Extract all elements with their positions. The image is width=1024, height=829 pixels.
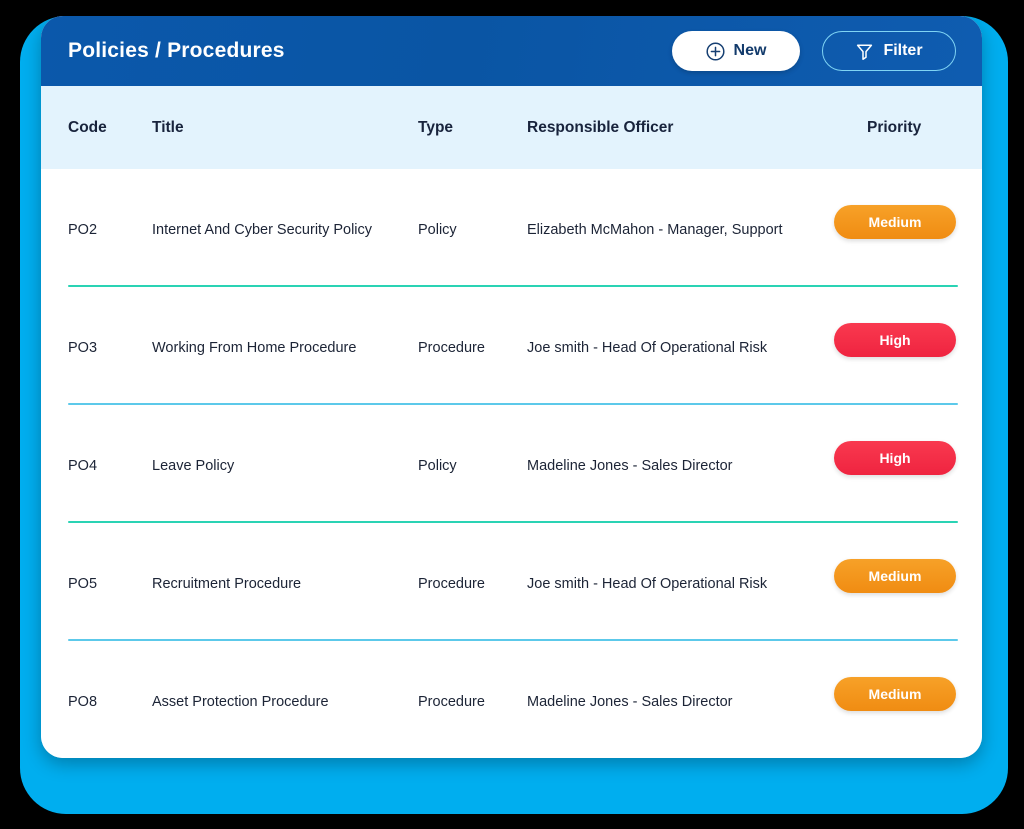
cell-officer: Joe smith - Head Of Operational Risk <box>527 340 767 356</box>
cell-title: Internet And Cyber Security Policy <box>152 222 372 238</box>
card-header: Policies / Procedures New <box>41 16 982 86</box>
plus-circle-icon <box>706 42 725 61</box>
cell-code: PO8 <box>68 694 97 710</box>
policies-card: Policies / Procedures New <box>41 16 982 758</box>
column-header-type[interactable]: Type <box>418 119 453 137</box>
new-button[interactable]: New <box>672 31 800 71</box>
header-actions: New Filter <box>672 31 956 71</box>
column-header-officer[interactable]: Responsible Officer <box>527 119 673 137</box>
priority-badge[interactable]: Medium <box>834 559 956 593</box>
cell-type: Policy <box>418 222 457 238</box>
cell-title: Working From Home Procedure <box>152 340 356 356</box>
table-row[interactable]: PO8 Asset Protection Procedure Procedure Ma… <box>41 641 982 758</box>
page-title: Policies / Procedures <box>68 39 285 63</box>
cell-officer: Madeline Jones - Sales Director <box>527 694 733 710</box>
new-button-label: New <box>734 42 767 60</box>
table-column-headers: Code Title Type Responsible Officer Prio… <box>41 86 982 169</box>
column-header-title[interactable]: Title <box>152 119 184 137</box>
cell-title: Asset Protection Procedure <box>152 694 329 710</box>
table-row[interactable]: PO4 Leave Policy Policy Madeline Jones - Sa… <box>41 405 982 523</box>
cell-title: Recruitment Procedure <box>152 576 301 592</box>
table-row[interactable]: PO5 Recruitment Procedure Procedure Joe smi… <box>41 523 982 641</box>
cell-officer: Elizabeth McMahon - Manager, Support <box>527 222 783 238</box>
filter-button-label: Filter <box>883 42 922 60</box>
column-header-priority[interactable]: Priority <box>867 119 921 137</box>
cell-type: Procedure <box>418 340 485 356</box>
cell-officer: Madeline Jones - Sales Director <box>527 458 733 474</box>
cell-code: PO5 <box>68 576 97 592</box>
priority-badge[interactable]: High <box>834 323 956 357</box>
table-row[interactable]: PO3 Working From Home Procedure Procedure J… <box>41 287 982 405</box>
priority-badge[interactable]: High <box>834 441 956 475</box>
priority-badge[interactable]: Medium <box>834 205 956 239</box>
cell-type: Policy <box>418 458 457 474</box>
cell-officer: Joe smith - Head Of Operational Risk <box>527 576 767 592</box>
cell-code: PO3 <box>68 340 97 356</box>
table-body: PO2 Internet And Cyber Security Policy Pol… <box>41 169 982 758</box>
cell-code: PO4 <box>68 458 97 474</box>
column-header-code[interactable]: Code <box>68 119 107 137</box>
screenshot-stage: Policies / Procedures New <box>0 0 1024 829</box>
filter-button[interactable]: Filter <box>822 31 956 71</box>
cell-type: Procedure <box>418 576 485 592</box>
priority-badge[interactable]: Medium <box>834 677 956 711</box>
cell-type: Procedure <box>418 694 485 710</box>
table-row[interactable]: PO2 Internet And Cyber Security Policy Pol… <box>41 169 982 287</box>
cell-title: Leave Policy <box>152 458 234 474</box>
cell-code: PO2 <box>68 222 97 238</box>
funnel-icon <box>855 42 874 61</box>
